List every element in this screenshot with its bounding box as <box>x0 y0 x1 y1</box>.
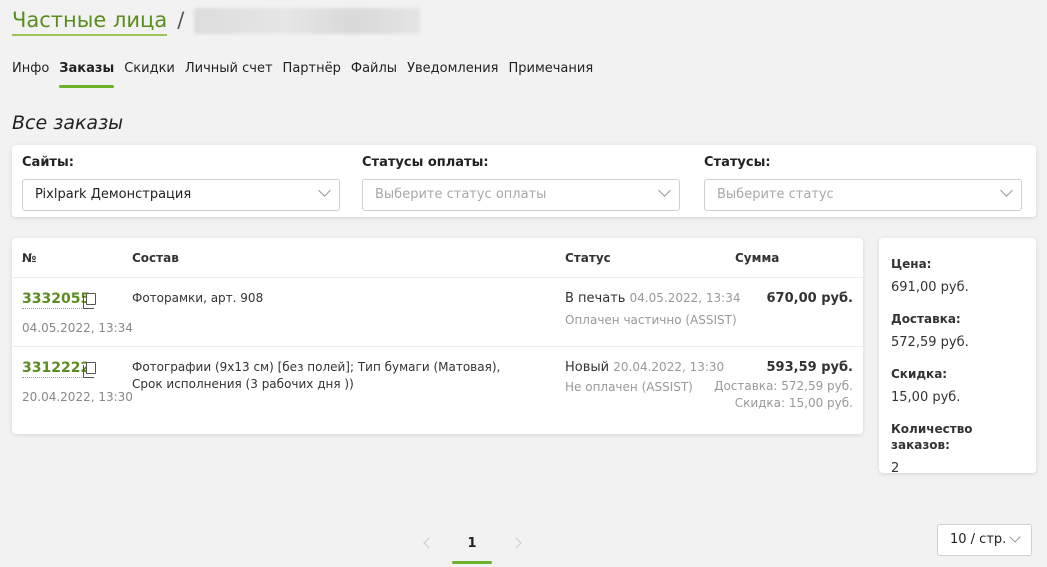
page-button[interactable]: 1 <box>452 527 492 564</box>
summary-price: 691,00 руб. <box>891 280 969 295</box>
column-sum: Сумма <box>735 251 780 265</box>
orders-table: № Состав Статус Сумма 3332055 04.05.2022… <box>12 238 863 434</box>
copy-icon[interactable] <box>83 293 96 309</box>
tab-discounts[interactable]: Скидки <box>124 60 175 88</box>
pagination: 1 <box>415 527 535 564</box>
section-title: Все заказы <box>12 112 124 134</box>
payment-status-placeholder: Выберите статус оплаты <box>375 187 547 202</box>
table-header: № Состав Статус Сумма <box>12 238 863 278</box>
redacted-customer-name <box>194 8 421 34</box>
order-status-text: В печать <box>565 291 626 306</box>
filters-card: Сайты: Pixlpark Демонстрация Статусы опл… <box>12 145 1036 217</box>
order-discount: Скидка: 15,00 руб. <box>734 396 853 410</box>
payment-status: Оплачен частично (ASSIST) <box>565 313 737 327</box>
orders-summary: Цена: 691,00 руб. Доставка: 572,59 руб. … <box>879 238 1036 476</box>
summary-count: 2 <box>891 461 900 476</box>
filter-sites: Сайты: Pixlpark Демонстрация <box>22 155 340 211</box>
tab-partner[interactable]: Партнёр <box>283 60 341 88</box>
table-row[interactable]: 3312222 20.04.2022, 13:30 Фотографии (9х… <box>12 348 863 434</box>
order-sum: 593,59 руб. <box>766 360 854 375</box>
tab-orders[interactable]: Заказы <box>59 60 114 88</box>
tab-files[interactable]: Файлы <box>351 60 397 88</box>
tab-personal-account[interactable]: Личный счет <box>185 60 273 88</box>
tab-notes[interactable]: Примечания <box>508 60 593 88</box>
summary-delivery-label: Доставка: <box>891 312 961 326</box>
chevron-down-icon <box>1000 184 1013 197</box>
filter-payment-status-label: Статусы оплаты: <box>362 155 489 170</box>
column-status: Статус <box>565 251 611 265</box>
status-select[interactable]: Выберите статус <box>704 179 1022 211</box>
filter-sites-label: Сайты: <box>22 155 74 170</box>
breadcrumb: Частные лица / <box>12 6 421 38</box>
payment-status-select[interactable]: Выберите статус оплаты <box>362 179 680 211</box>
breadcrumb-parent-link[interactable]: Частные лица <box>12 6 168 36</box>
column-number: № <box>22 251 37 265</box>
order-status-date: 04.05.2022, 13:34 <box>629 291 741 305</box>
summary-delivery: 572,59 руб. <box>891 335 969 350</box>
copy-icon[interactable] <box>83 362 96 378</box>
summary-price-label: Цена: <box>891 257 932 271</box>
page: Частные лица / Инфо Заказы Скидки Личный… <box>0 0 1047 567</box>
order-composition: Фоторамки, арт. 908 <box>132 291 264 305</box>
order-delivery: Доставка: 572,59 руб. <box>714 379 853 393</box>
order-status-date: 20.04.2022, 13:30 <box>613 360 725 374</box>
tab-bar: Инфо Заказы Скидки Личный счет Партнёр Ф… <box>12 60 603 88</box>
chevron-down-icon <box>658 184 671 197</box>
tab-notifications[interactable]: Уведомления <box>407 60 498 88</box>
order-date: 20.04.2022, 13:30 <box>22 390 133 404</box>
column-composition: Состав <box>132 251 179 265</box>
chevron-down-icon <box>1009 531 1021 543</box>
chevron-right-icon[interactable] <box>510 537 522 549</box>
order-sum: 670,00 руб. <box>766 291 854 306</box>
sites-select[interactable]: Pixlpark Демонстрация <box>22 179 340 211</box>
table-row[interactable]: 3332055 04.05.2022, 13:34 Фоторамки, арт… <box>12 278 863 347</box>
summary-count-label: Количество заказов: <box>891 422 973 452</box>
filter-payment-status: Статусы оплаты: Выберите статус оплаты <box>362 155 680 211</box>
order-status: Новый 20.04.2022, 13:30 <box>565 360 724 375</box>
per-page-select[interactable]: 10 / стр. <box>937 524 1032 556</box>
order-composition: Фотографии (9х13 см) [без полей]; Тип бу… <box>132 360 501 391</box>
sites-select-value: Pixlpark Демонстрация <box>35 187 192 202</box>
chevron-left-icon[interactable] <box>423 537 435 549</box>
summary-discount-label: Скидка: <box>891 367 948 381</box>
order-status-text: Новый <box>565 360 610 375</box>
breadcrumb-separator: / <box>177 8 185 32</box>
filter-status-label: Статусы: <box>704 155 771 170</box>
per-page-value: 10 / стр. <box>950 532 1007 547</box>
status-placeholder: Выберите статус <box>717 187 834 202</box>
order-status: В печать 04.05.2022, 13:34 <box>565 291 741 306</box>
chevron-down-icon <box>318 184 331 197</box>
order-number-link[interactable]: 3332055 <box>22 291 91 309</box>
filter-status: Статусы: Выберите статус <box>704 155 1022 211</box>
payment-status: Не оплачен (ASSIST) <box>565 380 693 394</box>
order-number-link[interactable]: 3312222 <box>22 360 91 378</box>
summary-discount: 15,00 руб. <box>891 390 961 405</box>
tab-info[interactable]: Инфо <box>12 60 49 88</box>
order-date: 04.05.2022, 13:34 <box>22 321 133 335</box>
